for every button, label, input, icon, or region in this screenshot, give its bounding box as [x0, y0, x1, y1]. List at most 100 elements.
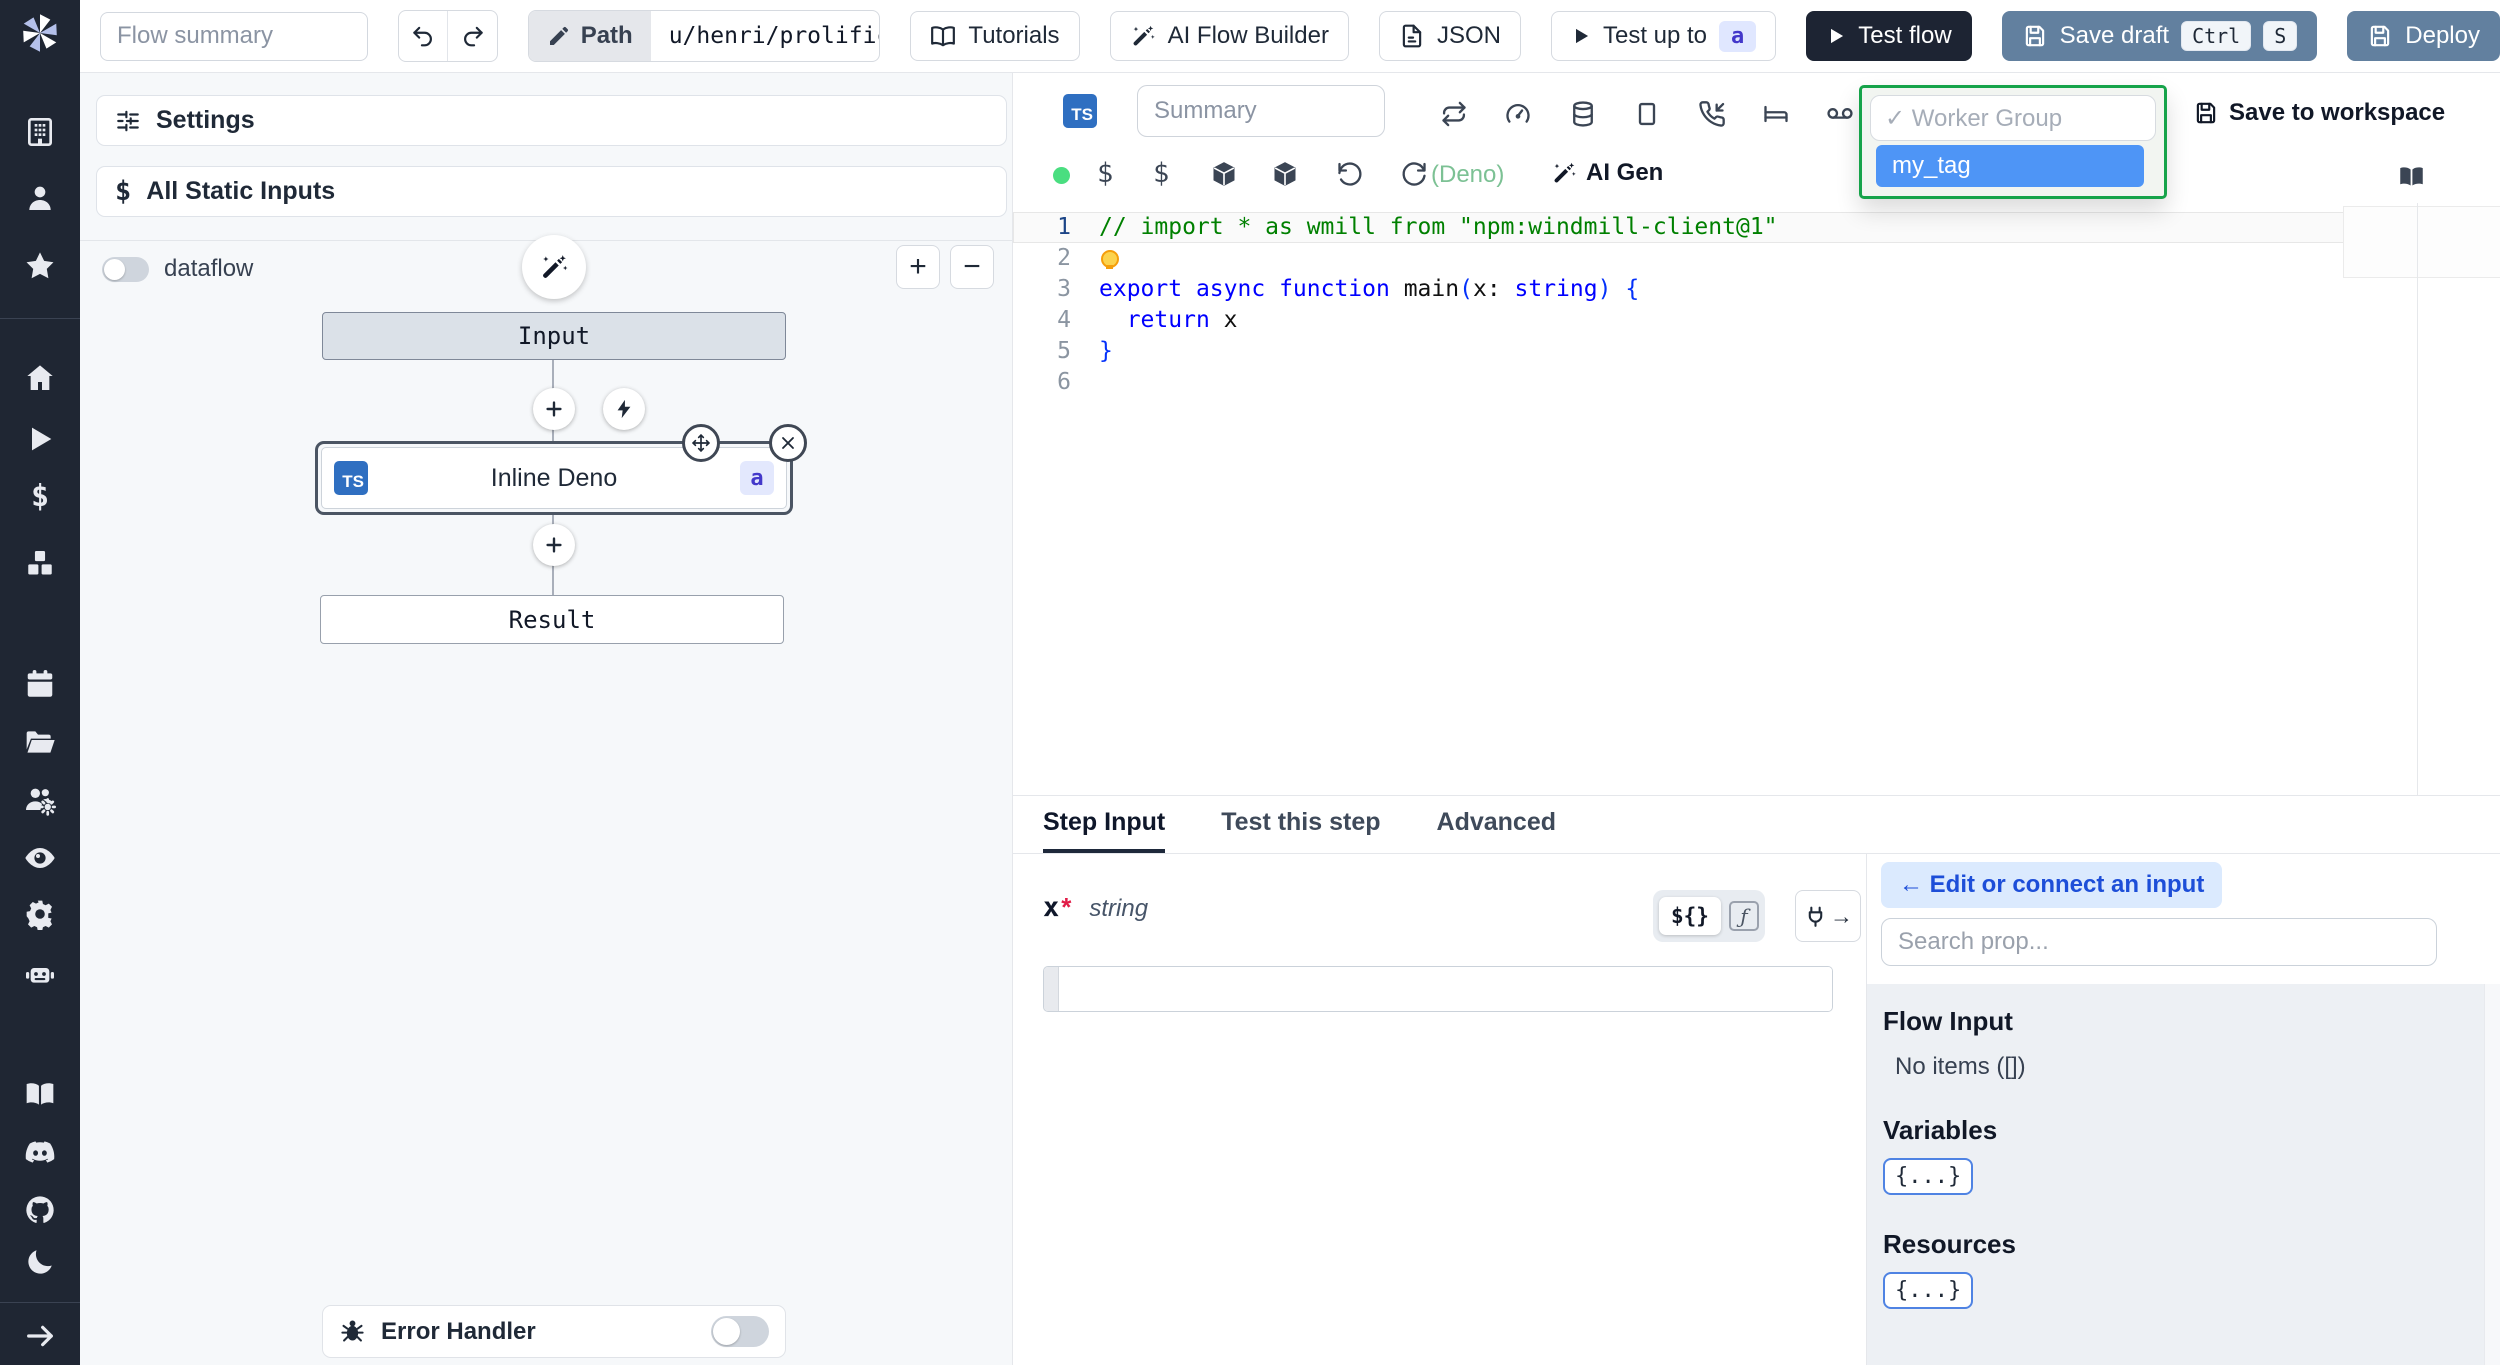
- function-mode-chip[interactable]: ƒ: [1728, 901, 1759, 931]
- sidebar-divider: [0, 318, 80, 319]
- test-flow-button[interactable]: Test flow: [1806, 11, 1972, 61]
- add-trigger-bolt-button[interactable]: [603, 388, 645, 430]
- concurrency-square-icon[interactable]: [1633, 100, 1661, 128]
- assistant-status-dot: [1053, 167, 1070, 184]
- file-json-icon: [1399, 23, 1425, 49]
- json-button[interactable]: JSON: [1378, 11, 1521, 61]
- github-icon[interactable]: [24, 1194, 56, 1226]
- save-to-workspace-button[interactable]: Save to workspace: [2193, 99, 2445, 127]
- workspace-icon[interactable]: [24, 116, 56, 148]
- resources-json-chip[interactable]: {...}: [1883, 1272, 1974, 1309]
- package-box-icon[interactable]: [1210, 160, 1238, 188]
- variable-dollar-icon[interactable]: $: [1097, 158, 1113, 189]
- search-prop-input[interactable]: [1881, 918, 2437, 966]
- tab-test-this-step[interactable]: Test this step: [1221, 796, 1380, 853]
- ai-flow-builder-button[interactable]: AI Flow Builder: [1109, 11, 1349, 61]
- ai-wand-button[interactable]: [522, 235, 586, 299]
- variables-json-chip[interactable]: {...}: [1883, 1158, 1974, 1195]
- groups-users-gear-icon[interactable]: [24, 784, 56, 816]
- tutorials-button[interactable]: Tutorials: [910, 11, 1080, 61]
- undo-button[interactable]: [399, 11, 447, 61]
- minimap-slider[interactable]: [2343, 206, 2500, 278]
- zoom-in-button[interactable]: +: [896, 245, 940, 289]
- step-node-inline-deno[interactable]: TS Inline Deno a: [315, 424, 807, 515]
- props-browser: Flow Input No items ([]) Variables {...}…: [1867, 984, 2500, 1365]
- edit-or-connect-button[interactable]: ← Edit or connect an input: [1881, 862, 2223, 908]
- ai-gen-button[interactable]: AI Gen: [1551, 159, 1663, 187]
- code-lines: 1// import * as wmill from "npm:windmill…: [1013, 212, 2500, 398]
- pencil-icon: [547, 24, 571, 48]
- error-handler-toggle[interactable]: [711, 1316, 769, 1347]
- input-node[interactable]: Input: [322, 312, 786, 360]
- template-mode-chip[interactable]: ${}: [1659, 897, 1721, 935]
- docs-book-icon[interactable]: [24, 1078, 56, 1110]
- connect-input-plug-button[interactable]: →: [1795, 890, 1861, 942]
- dataflow-toggle[interactable]: [102, 256, 149, 282]
- expand-sidebar-arrow-icon[interactable]: [24, 1320, 56, 1352]
- argument-type: string: [1089, 895, 1149, 922]
- variables-dollar-icon[interactable]: $: [24, 479, 56, 514]
- worker-group-select[interactable]: ✓ Worker Group: [1870, 95, 2156, 141]
- kbd-s: S: [2263, 21, 2298, 51]
- workers-robot-icon[interactable]: [24, 958, 56, 990]
- tab-step-input[interactable]: Step Input: [1043, 796, 1166, 853]
- settings-gear-icon[interactable]: [24, 898, 56, 930]
- required-asterisk: *: [1061, 892, 1072, 922]
- favorites-star-icon[interactable]: [24, 250, 56, 282]
- redo-button[interactable]: [447, 11, 496, 61]
- schedules-calendar-icon[interactable]: [24, 668, 56, 700]
- argument-value-input[interactable]: [1059, 967, 1832, 1011]
- sliders-icon: [115, 108, 141, 134]
- tab-advanced[interactable]: Advanced: [1437, 796, 1556, 853]
- flow-graph-panel: Settings $ All Static Inputs dataflow + …: [80, 73, 1012, 1365]
- suspend-phone-incoming-icon[interactable]: [1698, 100, 1726, 128]
- test-up-to-button[interactable]: Test up to a: [1550, 11, 1777, 61]
- flow-settings-row[interactable]: Settings: [96, 95, 1007, 146]
- add-step-button[interactable]: [533, 388, 575, 430]
- result-node[interactable]: Result: [320, 595, 784, 644]
- dark-mode-moon-icon[interactable]: [24, 1246, 56, 1278]
- early-stop-gauge-icon[interactable]: [1504, 100, 1532, 128]
- step-summary-input[interactable]: [1137, 85, 1385, 137]
- sleep-bed-icon[interactable]: [1762, 100, 1790, 128]
- runs-play-icon[interactable]: [24, 423, 56, 455]
- all-static-inputs-row[interactable]: $ All Static Inputs: [96, 166, 1007, 217]
- worker-group-option-my-tag[interactable]: my_tag: [1876, 145, 2144, 187]
- reset-rotate-ccw-icon[interactable]: [1336, 160, 1364, 188]
- mock-voicemail-icon[interactable]: [1826, 100, 1854, 128]
- move-icon: [691, 433, 711, 453]
- retry-repeat-icon[interactable]: [1440, 100, 1468, 128]
- path-field[interactable]: Path u/henri/prolific_flow: [527, 10, 881, 62]
- windmill-logo-icon[interactable]: [17, 10, 63, 56]
- wand-icon: [1130, 23, 1156, 49]
- home-icon[interactable]: [24, 362, 56, 394]
- value-field-gutter[interactable]: [1044, 967, 1059, 1011]
- package-box-icon[interactable]: [1271, 160, 1299, 188]
- dataflow-toggle-row: dataflow: [102, 255, 253, 283]
- book-open-icon: [930, 23, 956, 49]
- delete-step-button[interactable]: [769, 424, 807, 462]
- user-icon[interactable]: [24, 182, 56, 214]
- script-docs-book-icon[interactable]: [2398, 163, 2425, 190]
- zoom-out-button[interactable]: −: [950, 245, 994, 289]
- add-step-button[interactable]: [533, 524, 575, 566]
- path-label: Path: [528, 11, 651, 61]
- scrollbar-track[interactable]: [2484, 984, 2500, 1365]
- save-draft-button[interactable]: Save draft Ctrl S: [2001, 11, 2318, 61]
- discord-icon[interactable]: [24, 1136, 56, 1168]
- flow-summary-input[interactable]: [100, 11, 368, 61]
- audit-eye-icon[interactable]: [24, 842, 56, 874]
- resources-cubes-icon[interactable]: [24, 547, 56, 579]
- play-icon: [1571, 26, 1591, 46]
- cache-database-icon[interactable]: [1569, 100, 1597, 128]
- reload-refresh-icon[interactable]: [1400, 160, 1428, 188]
- plug-icon: [1803, 904, 1828, 929]
- resource-dollar-icon[interactable]: $: [1153, 158, 1169, 189]
- code-editor[interactable]: 1// import * as wmill from "npm:windmill…: [1013, 203, 2500, 795]
- sidebar-divider: [0, 1302, 80, 1303]
- argument-name: x: [1043, 892, 1060, 923]
- deploy-button[interactable]: Deploy: [2347, 11, 2500, 61]
- folders-icon[interactable]: [24, 726, 56, 758]
- move-step-handle[interactable]: [682, 424, 720, 462]
- error-handler-row[interactable]: Error Handler: [322, 1305, 786, 1358]
